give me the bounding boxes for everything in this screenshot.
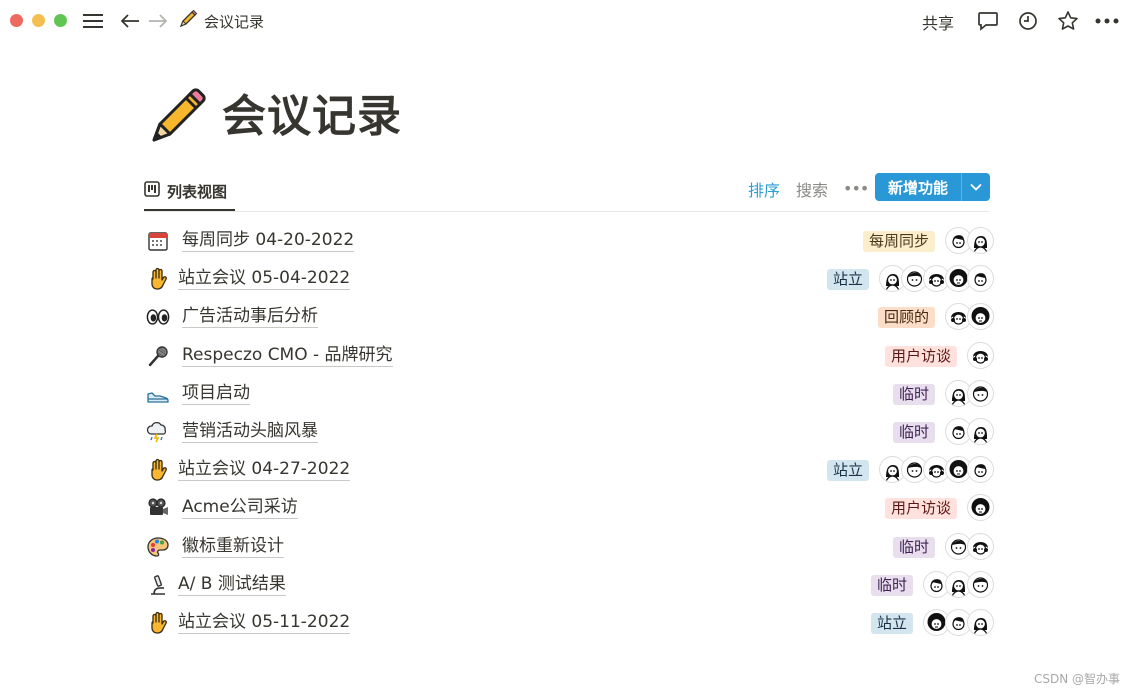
- avatar[interactable]: [967, 570, 994, 598]
- participant-avatars[interactable]: [967, 494, 994, 522]
- back-arrow-icon[interactable]: [119, 8, 141, 34]
- list-item[interactable]: 徽标重新设计 临时: [144, 528, 994, 566]
- pencil-icon: [178, 9, 198, 33]
- list-item-title[interactable]: 站立会议 04-27-2022: [178, 458, 351, 482]
- meeting-type-tag: 每周同步: [862, 231, 935, 252]
- window-minimize-button[interactable]: [32, 14, 45, 27]
- chevron-down-icon[interactable]: [962, 173, 990, 201]
- sneaker-icon[interactable]: [146, 382, 170, 406]
- eyes-icon[interactable]: [146, 305, 170, 329]
- list-item[interactable]: 营销活动头脑风暴 临时: [144, 413, 994, 451]
- film-projector-icon[interactable]: [146, 496, 170, 520]
- palette-icon[interactable]: [146, 535, 170, 559]
- list-item-title[interactable]: 徽标重新设计: [182, 535, 284, 558]
- participant-avatars[interactable]: [945, 227, 994, 255]
- meeting-type-tag: 临时: [892, 383, 935, 405]
- meeting-type-tag: 回顾的: [877, 307, 935, 329]
- participant-avatars[interactable]: [945, 532, 994, 561]
- new-button[interactable]: 新增功能: [875, 173, 990, 201]
- sort-button[interactable]: 排序: [748, 177, 780, 201]
- avatar[interactable]: [967, 303, 994, 331]
- sidebar-menu-icon[interactable]: [82, 8, 104, 34]
- list-item[interactable]: 每周同步 04-20-2022 每周同步: [144, 222, 994, 260]
- meeting-list: 每周同步 04-20-2022 每周同步 站立会议 05-04-2022 站立 广告活动…: [144, 222, 994, 642]
- meeting-type-tag: 用户访谈: [884, 498, 957, 520]
- raised-hand-icon[interactable]: [146, 611, 170, 635]
- participant-avatars[interactable]: [945, 417, 994, 446]
- meeting-type-tag: 站立: [826, 269, 869, 291]
- star-icon[interactable]: [1056, 8, 1080, 34]
- avatar[interactable]: [967, 494, 994, 522]
- list-item[interactable]: 站立会议 04-27-2022 站立: [144, 451, 994, 489]
- divider: [144, 211, 990, 212]
- storm-cloud-icon[interactable]: [146, 420, 170, 444]
- avatar[interactable]: [967, 265, 994, 293]
- raised-hand-icon[interactable]: [146, 267, 170, 291]
- window-maximize-button[interactable]: [54, 14, 67, 27]
- meeting-type-tag: 临时: [870, 574, 913, 596]
- calendar-icon[interactable]: [146, 229, 170, 253]
- meeting-type-tag: 站立: [826, 460, 869, 482]
- tab-label: 列表视图: [167, 182, 228, 201]
- comment-icon[interactable]: [976, 8, 1000, 34]
- list-item-title[interactable]: 广告活动事后分析: [182, 305, 318, 329]
- search-button[interactable]: 搜索: [796, 177, 828, 201]
- forward-arrow-icon[interactable]: [147, 8, 169, 34]
- meeting-type-tag: 临时: [892, 536, 935, 558]
- participant-avatars[interactable]: [945, 379, 994, 408]
- share-button[interactable]: 共享: [922, 10, 954, 34]
- list-item[interactable]: Respeczo CMO - 品牌研究 用户访谈: [144, 337, 994, 375]
- meeting-type-tag: 站立: [870, 612, 913, 634]
- list-item-title[interactable]: 站立会议 05-04-2022: [178, 267, 351, 291]
- participant-avatars[interactable]: [923, 570, 994, 599]
- list-item-title[interactable]: A/ B 测试结果: [178, 573, 286, 596]
- board-view-icon: [144, 181, 160, 201]
- window-close-button[interactable]: [10, 14, 23, 27]
- participant-avatars[interactable]: [945, 303, 994, 331]
- raised-hand-icon[interactable]: [146, 458, 170, 482]
- clock-icon[interactable]: [1016, 8, 1040, 34]
- avatar[interactable]: [967, 417, 994, 445]
- meeting-type-tag: 用户访谈: [884, 345, 957, 367]
- participant-avatars[interactable]: [923, 608, 994, 637]
- avatar[interactable]: [967, 341, 994, 369]
- list-item[interactable]: 项目启动 临时: [144, 375, 994, 413]
- participant-avatars[interactable]: [879, 265, 994, 293]
- avatar[interactable]: [967, 379, 994, 407]
- pencil-icon[interactable]: [146, 86, 208, 148]
- avatar[interactable]: [967, 532, 994, 560]
- list-item[interactable]: Acme公司采访 用户访谈: [144, 489, 994, 527]
- list-item-title[interactable]: Acme公司采访: [182, 496, 298, 520]
- avatar[interactable]: [967, 456, 994, 484]
- list-item-title[interactable]: Respeczo CMO - 品牌研究: [182, 344, 393, 367]
- list-item[interactable]: A/ B 测试结果 临时: [144, 566, 994, 604]
- breadcrumb[interactable]: 会议记录: [178, 9, 264, 33]
- list-item[interactable]: 广告活动事后分析 回顾的: [144, 298, 994, 336]
- new-button-label[interactable]: 新增功能: [875, 173, 961, 201]
- tab-list-view[interactable]: 列表视图: [144, 172, 235, 210]
- more-options-icon[interactable]: [1094, 8, 1120, 34]
- participant-avatars[interactable]: [879, 456, 994, 484]
- microphone-icon[interactable]: [146, 344, 170, 368]
- avatar[interactable]: [967, 227, 994, 254]
- title-bar: 会议记录 共享: [0, 0, 1134, 42]
- list-item-title[interactable]: 项目启动: [182, 382, 250, 405]
- microscope-icon[interactable]: [146, 573, 170, 597]
- list-item-title[interactable]: 营销活动头脑风暴: [182, 420, 318, 443]
- meeting-type-tag: 临时: [892, 421, 935, 443]
- page-title[interactable]: 会议记录: [222, 86, 402, 148]
- view-options-button[interactable]: •••: [843, 179, 869, 198]
- list-item-title[interactable]: 站立会议 05-11-2022: [178, 611, 351, 634]
- list-item[interactable]: 站立会议 05-04-2022 站立: [144, 260, 994, 298]
- list-item-title[interactable]: 每周同步 04-20-2022: [182, 229, 355, 252]
- avatar[interactable]: [967, 608, 994, 636]
- watermark: CSDN @智办事: [1033, 672, 1120, 686]
- breadcrumb-title[interactable]: 会议记录: [204, 11, 264, 32]
- list-item[interactable]: 站立会议 05-11-2022 站立: [144, 604, 994, 642]
- participant-avatars[interactable]: [967, 341, 994, 370]
